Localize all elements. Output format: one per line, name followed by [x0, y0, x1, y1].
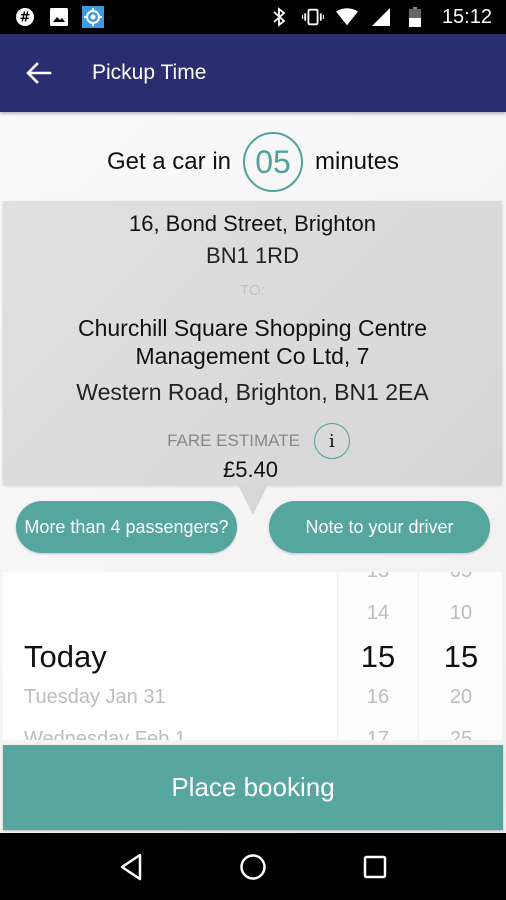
hour-option-selected[interactable]: 15 — [338, 639, 418, 675]
eta-suffix: minutes — [315, 148, 400, 175]
fare-estimate-label: FARE ESTIMATE — [167, 431, 300, 450]
wifi-icon — [335, 6, 358, 28]
hour-option[interactable]: 16 — [338, 686, 418, 709]
fare-estimate-row: FARE ESTIMATE i — [3, 423, 502, 459]
to-label: TO: — [240, 282, 265, 299]
slack-notification-icon: # — [14, 6, 36, 28]
battery-icon — [404, 6, 426, 28]
eta-row: Get a car in 05 minutes — [0, 132, 506, 192]
nav-home-icon — [240, 853, 266, 880]
minute-option[interactable]: 20 — [420, 686, 502, 709]
nav-recents-icon — [363, 855, 387, 878]
status-bar: # 15:12 — [0, 0, 506, 34]
nav-back-button[interactable] — [111, 847, 151, 887]
hour-option[interactable]: 13 — [338, 572, 418, 583]
trip-summary-card: 16, Bond Street, Brighton BN1 1RD TO: Ch… — [3, 201, 502, 515]
location-notification-icon — [82, 6, 104, 28]
app-bar: Pickup Time — [0, 34, 506, 112]
bluetooth-icon — [268, 6, 290, 28]
fare-info-button[interactable]: i — [313, 423, 350, 459]
destination-line2: Management Co Ltd, 7 — [135, 343, 370, 369]
arrow-back-icon — [26, 62, 52, 84]
day-option[interactable]: Tuesday Jan 31 — [3, 686, 336, 709]
page-title: Pickup Time — [92, 61, 207, 84]
system-nav-bar — [0, 833, 506, 900]
minute-option[interactable]: 25 — [420, 728, 502, 740]
nav-recents-button[interactable] — [355, 847, 395, 887]
svg-text:#: # — [20, 11, 31, 26]
nav-back-icon — [120, 853, 142, 880]
nav-home-button[interactable] — [233, 847, 273, 887]
day-wheel[interactable]: Today Tuesday Jan 31 Wednesday Feb 1 — [3, 572, 336, 740]
eta-minutes-badge: 05 — [243, 132, 303, 192]
place-booking-button[interactable]: Place booking — [3, 745, 503, 830]
minute-option[interactable]: 10 — [420, 602, 502, 625]
eta-prefix: Get a car in — [106, 148, 231, 175]
destination-line3: Western Road, Brighton, BN1 2EA — [76, 379, 429, 405]
cellular-signal-icon — [370, 6, 392, 28]
status-time: 15:12 — [441, 5, 492, 28]
minute-wheel[interactable]: 05 10 15 20 25 — [420, 572, 502, 740]
back-button[interactable] — [24, 58, 54, 88]
system-icons: 15:12 — [268, 6, 492, 29]
image-notification-icon — [48, 6, 70, 28]
vibrate-icon — [301, 6, 324, 28]
note-to-driver-button[interactable]: Note to your driver — [269, 501, 490, 553]
day-option[interactable]: Wednesday Feb 1 — [3, 728, 336, 740]
pickup-address-line1: 16, Bond Street, Brighton — [128, 211, 377, 236]
hour-option[interactable]: 14 — [338, 602, 418, 625]
more-passengers-button[interactable]: More than 4 passengers? — [16, 501, 237, 553]
destination-line1: Churchill Square Shopping Centre — [77, 315, 428, 341]
hour-option[interactable]: 17 — [338, 728, 418, 740]
notification-icons: # — [14, 6, 104, 28]
pickup-time-picker: Today Tuesday Jan 31 Wednesday Feb 1 13 … — [3, 572, 502, 740]
minute-option-selected[interactable]: 15 — [420, 639, 502, 675]
hour-wheel[interactable]: 13 14 15 16 17 — [337, 572, 419, 740]
fare-estimate-value: £5.40 — [222, 457, 279, 482]
main-content: Get a car in 05 minutes 16, Bond Street,… — [0, 112, 506, 833]
pickup-address-line2: BN1 1RD — [206, 243, 299, 268]
minute-option[interactable]: 05 — [420, 572, 502, 583]
info-icon: i — [329, 430, 335, 452]
day-option-selected[interactable]: Today — [3, 639, 336, 675]
